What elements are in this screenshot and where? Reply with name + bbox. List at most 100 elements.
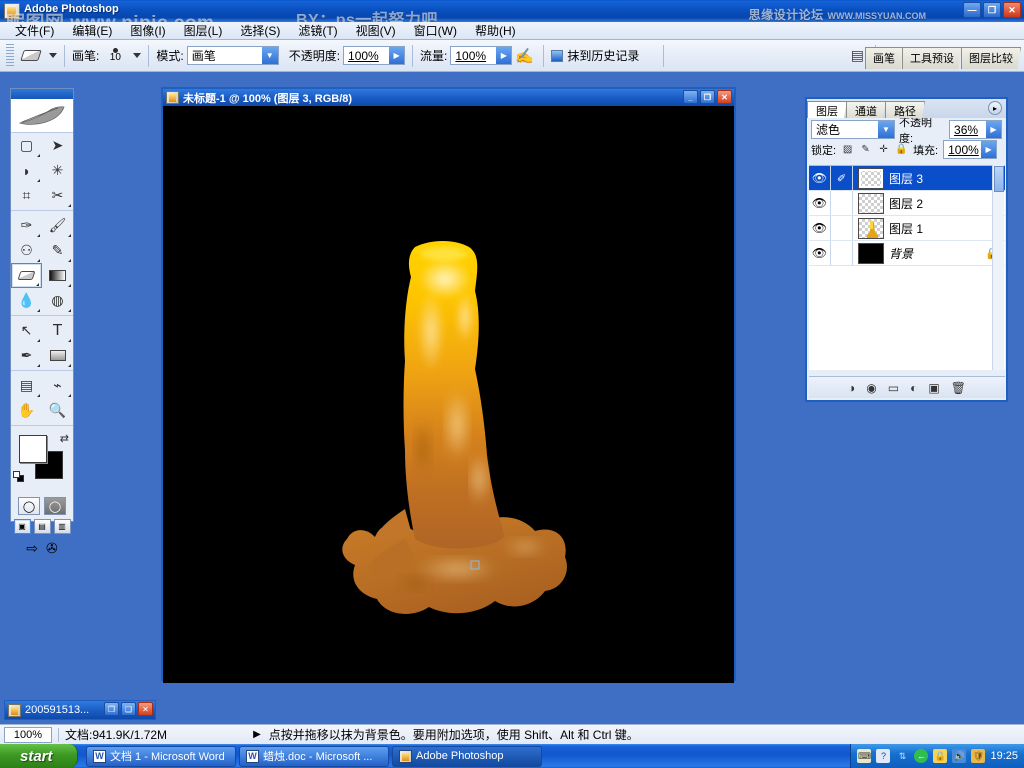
minimized-restore-button[interactable]: ❐ — [104, 702, 119, 716]
layer-brush-icon[interactable]: ✐ — [831, 166, 853, 190]
tool-path-selection[interactable]: ↖ — [11, 318, 42, 343]
blend-mode-select[interactable]: 滤色 ▼ — [811, 120, 895, 139]
standard-mode-button[interactable]: ◯ — [18, 497, 40, 515]
menu-file[interactable]: 文件(F) — [6, 21, 63, 40]
fill-slider-arrow-icon[interactable]: ▶ — [981, 141, 997, 158]
document-minimize-button[interactable]: _ — [683, 90, 698, 104]
tab-paths[interactable]: 路径 — [885, 101, 925, 118]
full-screen-mode-button[interactable]: ▥ — [53, 519, 71, 534]
chevron-down-icon[interactable]: ▼ — [878, 121, 894, 138]
help-icon[interactable]: ? — [876, 749, 891, 763]
delete-layer-button[interactable]: 🗑 — [951, 381, 966, 395]
brush-chevron-down-icon[interactable] — [133, 53, 142, 58]
status-menu-arrow-icon[interactable]: ▶ — [253, 729, 261, 740]
document-close-button[interactable]: ✕ — [717, 90, 732, 104]
tool-magic-wand[interactable]: ✳ — [42, 158, 73, 183]
minimize-button[interactable]: — — [963, 2, 981, 18]
tool-preset-chevron-down-icon[interactable] — [49, 53, 57, 58]
tool-brush[interactable]: 🖌 — [42, 213, 73, 238]
tool-slice[interactable]: ✂ — [42, 183, 73, 208]
palette-tab-tool-presets[interactable]: 工具预设 — [902, 47, 962, 69]
layer-opacity-input[interactable]: 36% ▶ — [949, 120, 1002, 139]
layer-link-cell[interactable] — [831, 216, 853, 240]
tool-lasso[interactable]: ◗ — [11, 158, 42, 183]
layer-visibility-icon[interactable]: 👁 — [809, 166, 831, 190]
minimized-document-window[interactable]: 200591513... ❐ ❏ ✕ — [4, 700, 156, 720]
menu-image[interactable]: 图像(I) — [121, 21, 174, 40]
layer-style-button[interactable]: ◑ — [848, 381, 855, 395]
menu-view[interactable]: 视图(V) — [347, 21, 405, 40]
tab-layers[interactable]: 图层 — [807, 101, 847, 118]
brush-size-preview[interactable]: 10 — [102, 48, 128, 63]
layer-name[interactable]: 图层 1 — [889, 220, 923, 237]
layer-visibility-icon[interactable]: 👁 — [809, 241, 831, 265]
opacity-slider-arrow-icon[interactable]: ▶ — [389, 47, 405, 64]
layer-row[interactable]: 👁 图层 2 — [809, 191, 1005, 216]
quick-mask-mode-button[interactable]: ◯ — [44, 497, 66, 515]
erase-to-history-checkbox[interactable]: 抹到历史记录 — [551, 47, 639, 64]
layer-link-cell[interactable] — [831, 191, 853, 215]
volume-icon[interactable]: 🔊 — [952, 749, 967, 763]
tool-gradient[interactable] — [42, 263, 73, 288]
default-colors-icon[interactable] — [13, 471, 24, 482]
flow-input[interactable]: 100% ▶ — [450, 46, 513, 65]
layer-thumbnail[interactable] — [858, 192, 884, 214]
tool-notes[interactable]: ▤ — [11, 373, 42, 398]
jump-to-imageready-icon[interactable]: ⇨ — [26, 540, 38, 557]
lock-all-icon[interactable]: 🔒 — [895, 143, 908, 156]
layer-name[interactable]: 图层 2 — [889, 195, 923, 212]
layer-list[interactable]: 👁 ✐ 图层 3 👁 图层 2 👁 图层 1 👁 背景 — [809, 165, 1005, 370]
airbrush-icon[interactable]: ✍ — [512, 45, 536, 67]
palette-menu-icon[interactable]: ▸ — [988, 101, 1002, 115]
start-button[interactable]: start — [0, 744, 78, 768]
opacity-input[interactable]: 100% ▶ — [343, 46, 406, 65]
tools-palette-title-bar[interactable] — [11, 89, 73, 99]
fill-input[interactable]: 100% ▶ — [943, 140, 998, 159]
lock-transparency-icon[interactable]: ▨ — [841, 143, 854, 156]
foreground-color-swatch[interactable] — [19, 435, 47, 463]
taskbar-item-photoshop[interactable]: Adobe Photoshop — [392, 745, 542, 767]
options-bar-grip[interactable] — [6, 43, 14, 68]
layers-scrollbar[interactable] — [992, 165, 1004, 370]
tool-healing-brush[interactable]: ✑ — [11, 213, 42, 238]
menu-filter[interactable]: 滤镜(T) — [289, 21, 346, 40]
menu-select[interactable]: 选择(S) — [231, 21, 289, 40]
canvas[interactable] — [164, 107, 733, 682]
layer-name[interactable]: 图层 3 — [889, 170, 923, 187]
lock-image-icon[interactable]: ✎ — [859, 143, 872, 156]
minimized-close-button[interactable]: ✕ — [138, 702, 153, 716]
keyboard-layout-icon[interactable]: ⌨ — [857, 749, 872, 763]
layer-name[interactable]: 背景 — [889, 245, 913, 262]
taskbar-item-word-doc1[interactable]: 文档 1 - Microsoft Word — [86, 745, 236, 767]
back-arrow-icon[interactable]: ← — [914, 749, 929, 763]
layer-thumbnail[interactable] — [858, 167, 884, 189]
network-icon[interactable]: ⇅ — [895, 749, 909, 763]
canvas-area[interactable] — [163, 106, 734, 683]
tool-move[interactable]: ➤ — [42, 133, 73, 158]
tool-type[interactable]: T — [42, 318, 73, 343]
adjustment-layer-button[interactable]: ◐ — [910, 381, 917, 395]
layer-visibility-icon[interactable]: 👁 — [809, 191, 831, 215]
tool-history-brush[interactable]: ✎ — [42, 238, 73, 263]
shield-icon[interactable]: 🛡 — [971, 749, 986, 763]
tool-zoom[interactable]: 🔍 — [42, 398, 73, 423]
layer-thumbnail[interactable] — [858, 242, 884, 264]
tool-dodge[interactable]: ◍ — [42, 288, 73, 313]
full-screen-with-menubar-button[interactable]: ▤ — [33, 519, 51, 534]
swap-colors-icon[interactable]: ⇄ — [60, 432, 69, 445]
palette-tab-layer-comps[interactable]: 图层比较 — [961, 47, 1021, 69]
tool-rectangle-shape[interactable] — [42, 343, 73, 368]
minimized-maximize-button[interactable]: ❏ — [121, 702, 136, 716]
tool-eyedropper[interactable]: ⌁ — [42, 373, 73, 398]
layer-row[interactable]: 👁 图层 1 — [809, 216, 1005, 241]
palette-tab-brushes[interactable]: 画笔 — [865, 47, 903, 69]
lock-position-icon[interactable]: ✛ — [877, 143, 890, 156]
new-group-button[interactable]: ▭ — [888, 381, 899, 395]
tool-clone-stamp[interactable]: ⚇ — [11, 238, 42, 263]
chevron-down-icon[interactable]: ▼ — [261, 47, 278, 64]
layer-thumbnail[interactable] — [858, 217, 884, 239]
standard-screen-mode-button[interactable]: ▣ — [13, 519, 31, 534]
eraser-tool-icon[interactable] — [18, 44, 44, 68]
menu-layer[interactable]: 图层(L) — [175, 21, 232, 40]
layer-visibility-icon[interactable]: 👁 — [809, 216, 831, 240]
